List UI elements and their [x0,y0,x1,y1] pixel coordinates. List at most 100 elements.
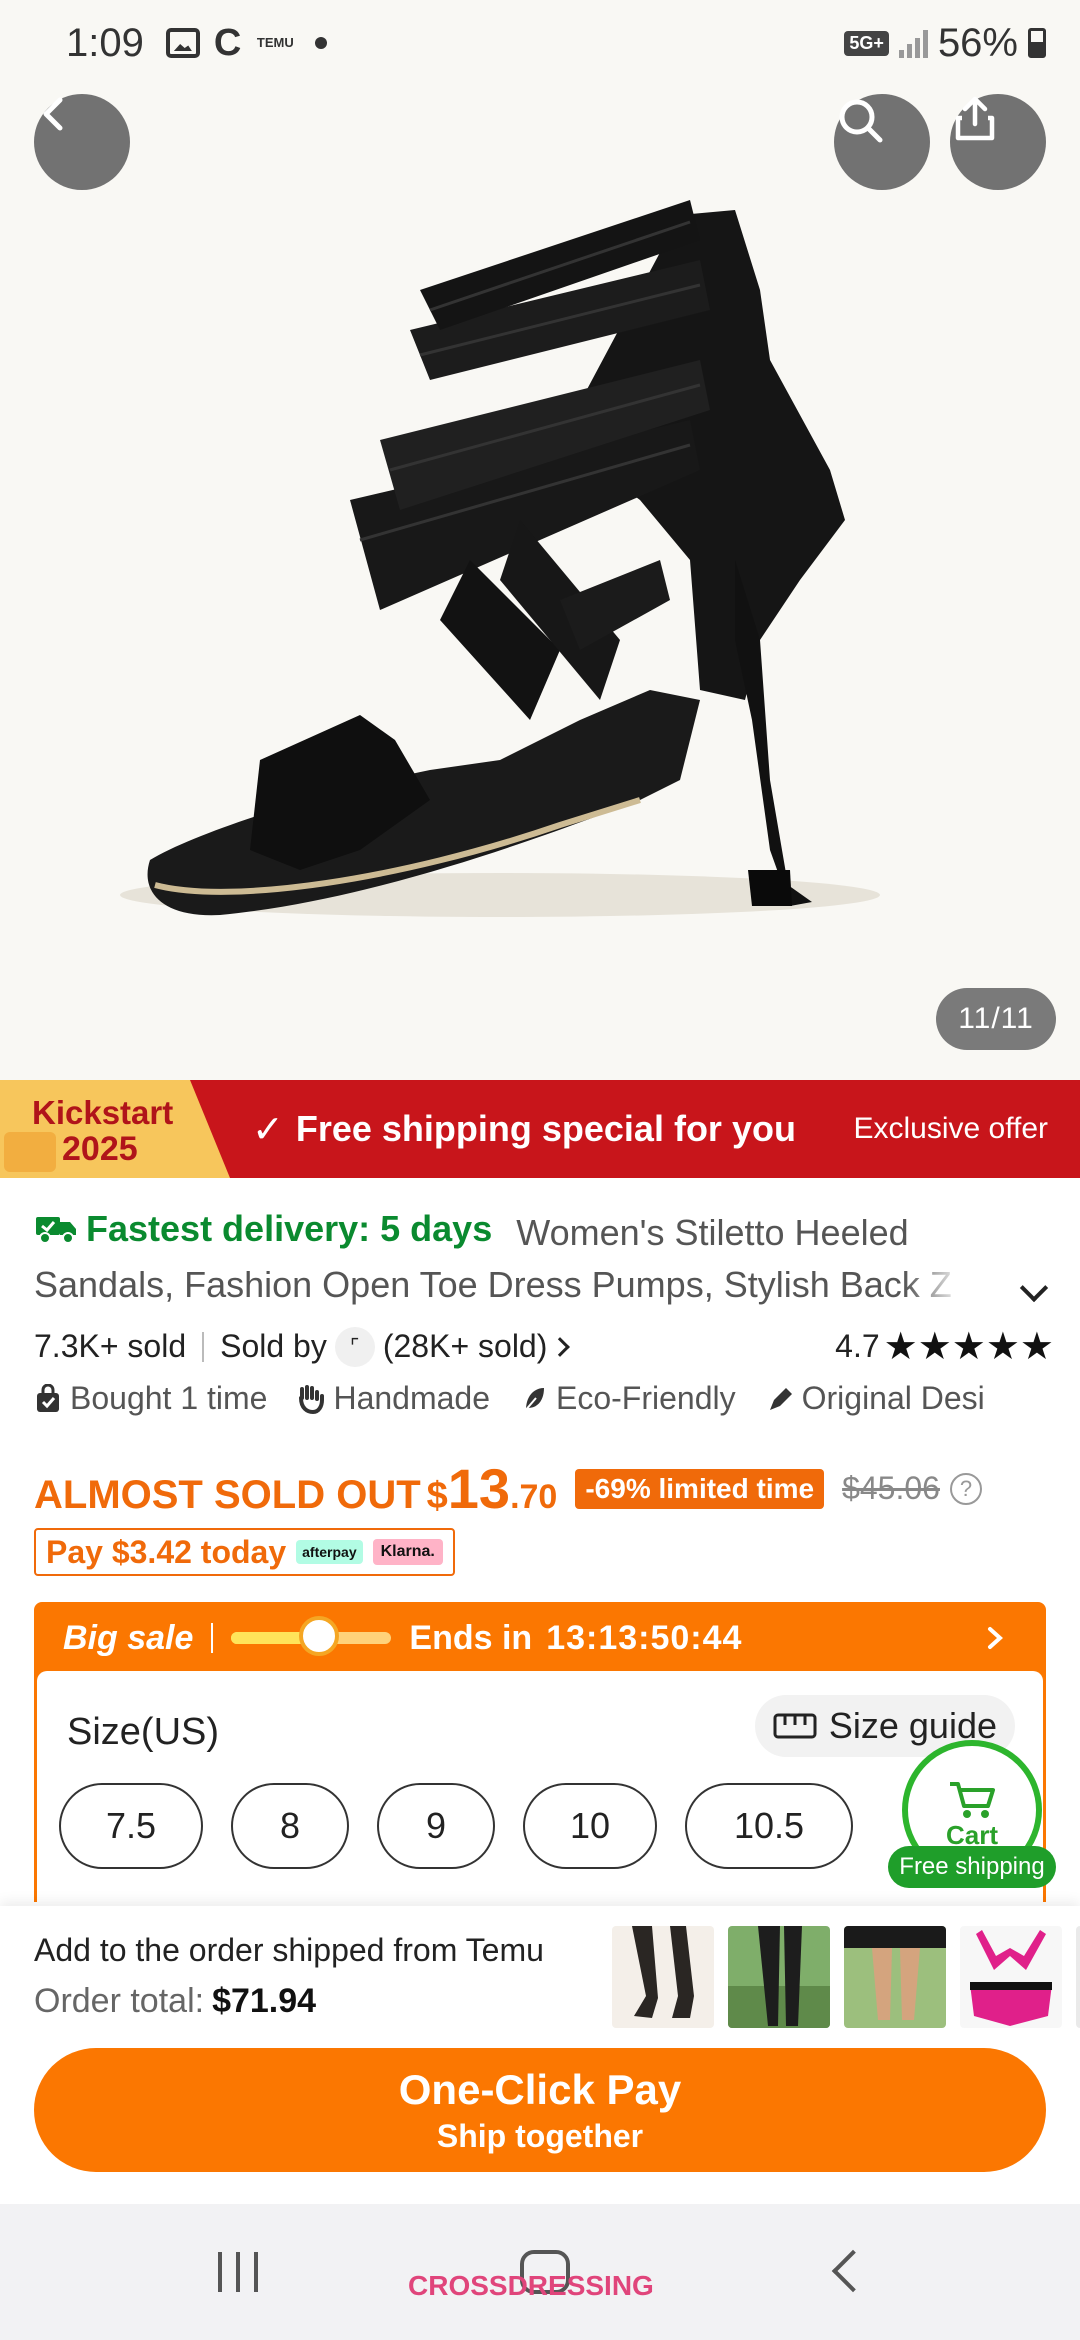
temu-notification-icon: TEMU [256,35,294,50]
badge-original: Original Desi [766,1380,985,1417]
badge-label: Handmade [333,1380,490,1416]
image-counter: 11/11 [936,988,1056,1050]
fastest-delivery: Fastest delivery: 5 days [34,1208,492,1250]
cart-icon [950,1781,995,1818]
badge-label: Eco-Friendly [556,1380,736,1416]
big-sale-title: Big sale [63,1618,194,1657]
pen-icon [769,1387,792,1410]
rating[interactable]: 4.7 ★★★★★ [835,1324,1054,1369]
almost-sold-out: ALMOST SOLD OUT [34,1473,421,1517]
search-button[interactable] [834,94,930,190]
one-click-pay-button[interactable]: One-Click Pay Ship together [34,2048,1046,2172]
search-icon [839,99,883,143]
bag-check-icon [37,1383,59,1412]
product-title-row[interactable]: Fastest delivery: 5 days Women's Stilett… [34,1208,1054,1254]
size-option[interactable]: 9 [377,1783,495,1869]
status-time: 1:09 [66,20,144,65]
c-notification-icon: C [213,21,242,64]
chevron-right-icon [550,1336,571,1357]
network-5g-icon: 5G+ [844,30,889,56]
product-title-line2: Sandals, Fashion Open Toe Dress Pumps, S… [34,1264,964,1306]
recents-icon[interactable] [218,2252,258,2292]
floating-cart[interactable]: Cart Free shipping [888,1740,1058,1890]
check-icon: ✓ [252,1108,284,1151]
sale-progress-bar [231,1616,392,1656]
pay-today-text: Pay $3.42 today [46,1533,287,1570]
battery-percent: 56% [937,20,1018,65]
more-notifications-icon [315,37,328,49]
product-image-gallery[interactable]: 11/11 [0,0,1080,1080]
product-badges: Bought 1 time Handmade Eco-Friendly Orig… [34,1380,1080,1417]
delivery-truck-icon [36,1217,76,1244]
price-integer: 13 [447,1457,511,1520]
klarna-logo: Klarna. [372,1539,443,1565]
pay-later-box[interactable]: Pay $3.42 today afterpay Klarna. [34,1528,455,1576]
back-button[interactable] [34,94,130,190]
nav-back-icon[interactable] [831,2249,875,2293]
system-nav-bar: CROSSDRESSING [0,2204,1080,2340]
divider [211,1623,214,1653]
expand-title-chevron-down-icon[interactable] [1019,1273,1049,1303]
battery-icon [1028,28,1046,58]
ruler-icon [773,1713,817,1739]
cta-main-label: One-Click Pay [398,2065,682,2113]
kickstart-year: 2025 [62,1130,138,1168]
kickstart-title: Kickstart [32,1094,174,1131]
badge-eco: Eco-Friendly [520,1380,736,1417]
divider [202,1331,205,1362]
star-rating-icon: ★★★★★ [883,1326,1054,1368]
size-option[interactable]: 8 [231,1783,349,1869]
afterpay-logo: afterpay [296,1540,363,1564]
sold-by-link[interactable]: Sold by ⌜ (28K+ sold) [220,1326,571,1367]
kickstart-badge: Kickstart 2025 [0,1080,230,1178]
order-bar: Add to the order shipped from Temu Order… [0,1906,1080,2204]
gift-art-icon [4,1132,56,1172]
add-to-order-text: Add to the order shipped from Temu [34,1932,544,1968]
discount-badge: -69% limited time [575,1468,825,1509]
sold-by-label: Sold by [220,1328,327,1364]
price-symbol: $ [426,1475,448,1517]
ends-label: Ends in [409,1618,533,1657]
seller-sold-count: (28K+ sold) [382,1328,548,1364]
promo-free-shipping-text: Free shipping special for you [295,1108,796,1149]
hand-icon [299,1384,325,1414]
price-info-icon[interactable]: ? [949,1472,982,1505]
size-option[interactable]: 7.5 [59,1783,203,1869]
order-item-thumbnail[interactable] [844,1926,946,2028]
size-label: Size(US) [67,1711,220,1753]
badge-label: Bought 1 time [70,1380,268,1416]
sold-count: 7.3K+ sold [34,1328,187,1364]
share-icon [955,96,995,141]
exclusive-offer-link[interactable]: Exclusive offer [853,1080,1048,1178]
rating-value: 4.7 [835,1328,880,1364]
gallery-notification-icon [165,28,200,58]
watermark: CROSSDRESSING [408,2270,654,2301]
order-item-thumbnail[interactable] [612,1926,714,2028]
order-total: Order total: $71.94 [34,1982,316,2021]
product-title-line1: Women's Stiletto Heeled [516,1212,909,1253]
order-thumbnails[interactable] [612,1926,1080,2028]
sale-progress-clock-icon [299,1616,340,1656]
order-item-thumbnail[interactable] [1076,1926,1080,2028]
status-bar: 1:09 C TEMU 5G+ 56% [0,0,1080,86]
promo-banner[interactable]: Kickstart 2025 ✓ Free shipping special f… [0,1080,1080,1178]
price-decimal: .70 [510,1478,558,1516]
sold-row: 7.3K+ sold Sold by ⌜ (28K+ sold) 4.7 ★★★… [34,1324,1054,1369]
signal-icon [898,28,928,58]
price-row: ALMOST SOLD OUT $ 13 .70 -69% limited ti… [34,1456,1054,1521]
size-option[interactable]: 10 [523,1783,657,1869]
seller-logo-icon: ⌜ [334,1326,375,1367]
share-button[interactable] [950,94,1046,190]
size-options: 7.5 8 9 10 10.5 [59,1783,853,1869]
size-option[interactable]: 10.5 [685,1783,853,1869]
cta-sub-label: Ship together [436,2117,644,2154]
order-item-thumbnail[interactable] [960,1926,1062,2028]
order-item-thumbnail[interactable] [728,1926,830,2028]
original-price: $45.06 [842,1470,940,1506]
big-sale-header[interactable]: Big sale Ends in 13:13:50:44 [37,1605,1043,1671]
badge-label: Original Desi [801,1380,985,1416]
countdown-timer: 13:13:50:44 [546,1618,743,1657]
order-total-value: $71.94 [212,1982,317,2020]
back-icon [43,97,63,131]
sale-chevron-right-icon[interactable] [947,1605,1043,1671]
